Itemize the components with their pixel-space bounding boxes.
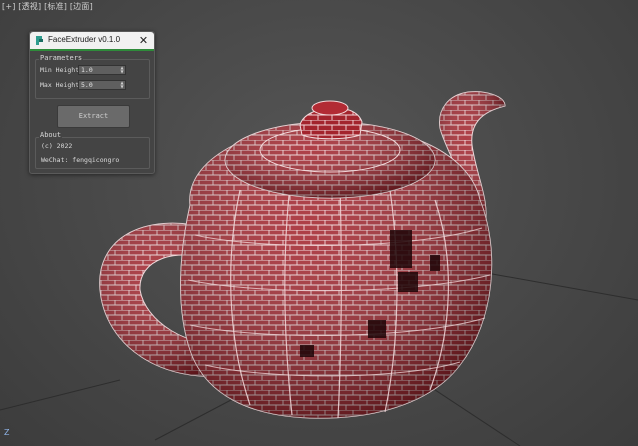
app-icon [36, 36, 43, 45]
spinner-arrows-icon[interactable]: ▲ ▼ [119, 81, 125, 89]
viewport-label[interactable]: [+] [透视] [标准] [边面] [2, 1, 93, 12]
about-title: About [39, 131, 63, 139]
extract-button[interactable]: Extract [57, 105, 130, 128]
face-extruder-panel: FaceExtruder v0.1.0 ✕ Parameters Min Hei… [29, 31, 155, 174]
min-height-spinner[interactable]: 1.0 ▲ ▼ [78, 65, 126, 75]
panel-title: FaceExtruder v0.1.0 [48, 35, 121, 44]
about-wechat: WeChat: fengqicongro [41, 156, 120, 164]
close-icon[interactable]: ✕ [136, 33, 151, 48]
min-height-label: Min Height [40, 66, 80, 74]
max-height-value[interactable]: 5.0 [79, 81, 119, 89]
max-height-label: Max Height [40, 81, 80, 89]
min-height-value[interactable]: 1.0 [79, 66, 119, 74]
parameters-title: Parameters [39, 54, 84, 62]
max-height-spinner[interactable]: 5.0 ▲ ▼ [78, 80, 126, 90]
about-copyright: (c) 2022 [41, 142, 73, 150]
axis-gizmo-label: Z [4, 428, 10, 437]
spinner-arrows-icon[interactable]: ▲ ▼ [119, 66, 125, 74]
teapot-lid [224, 100, 436, 199]
titlebar-accent [30, 49, 154, 51]
panel-titlebar[interactable]: FaceExtruder v0.1.0 ✕ [30, 32, 154, 49]
